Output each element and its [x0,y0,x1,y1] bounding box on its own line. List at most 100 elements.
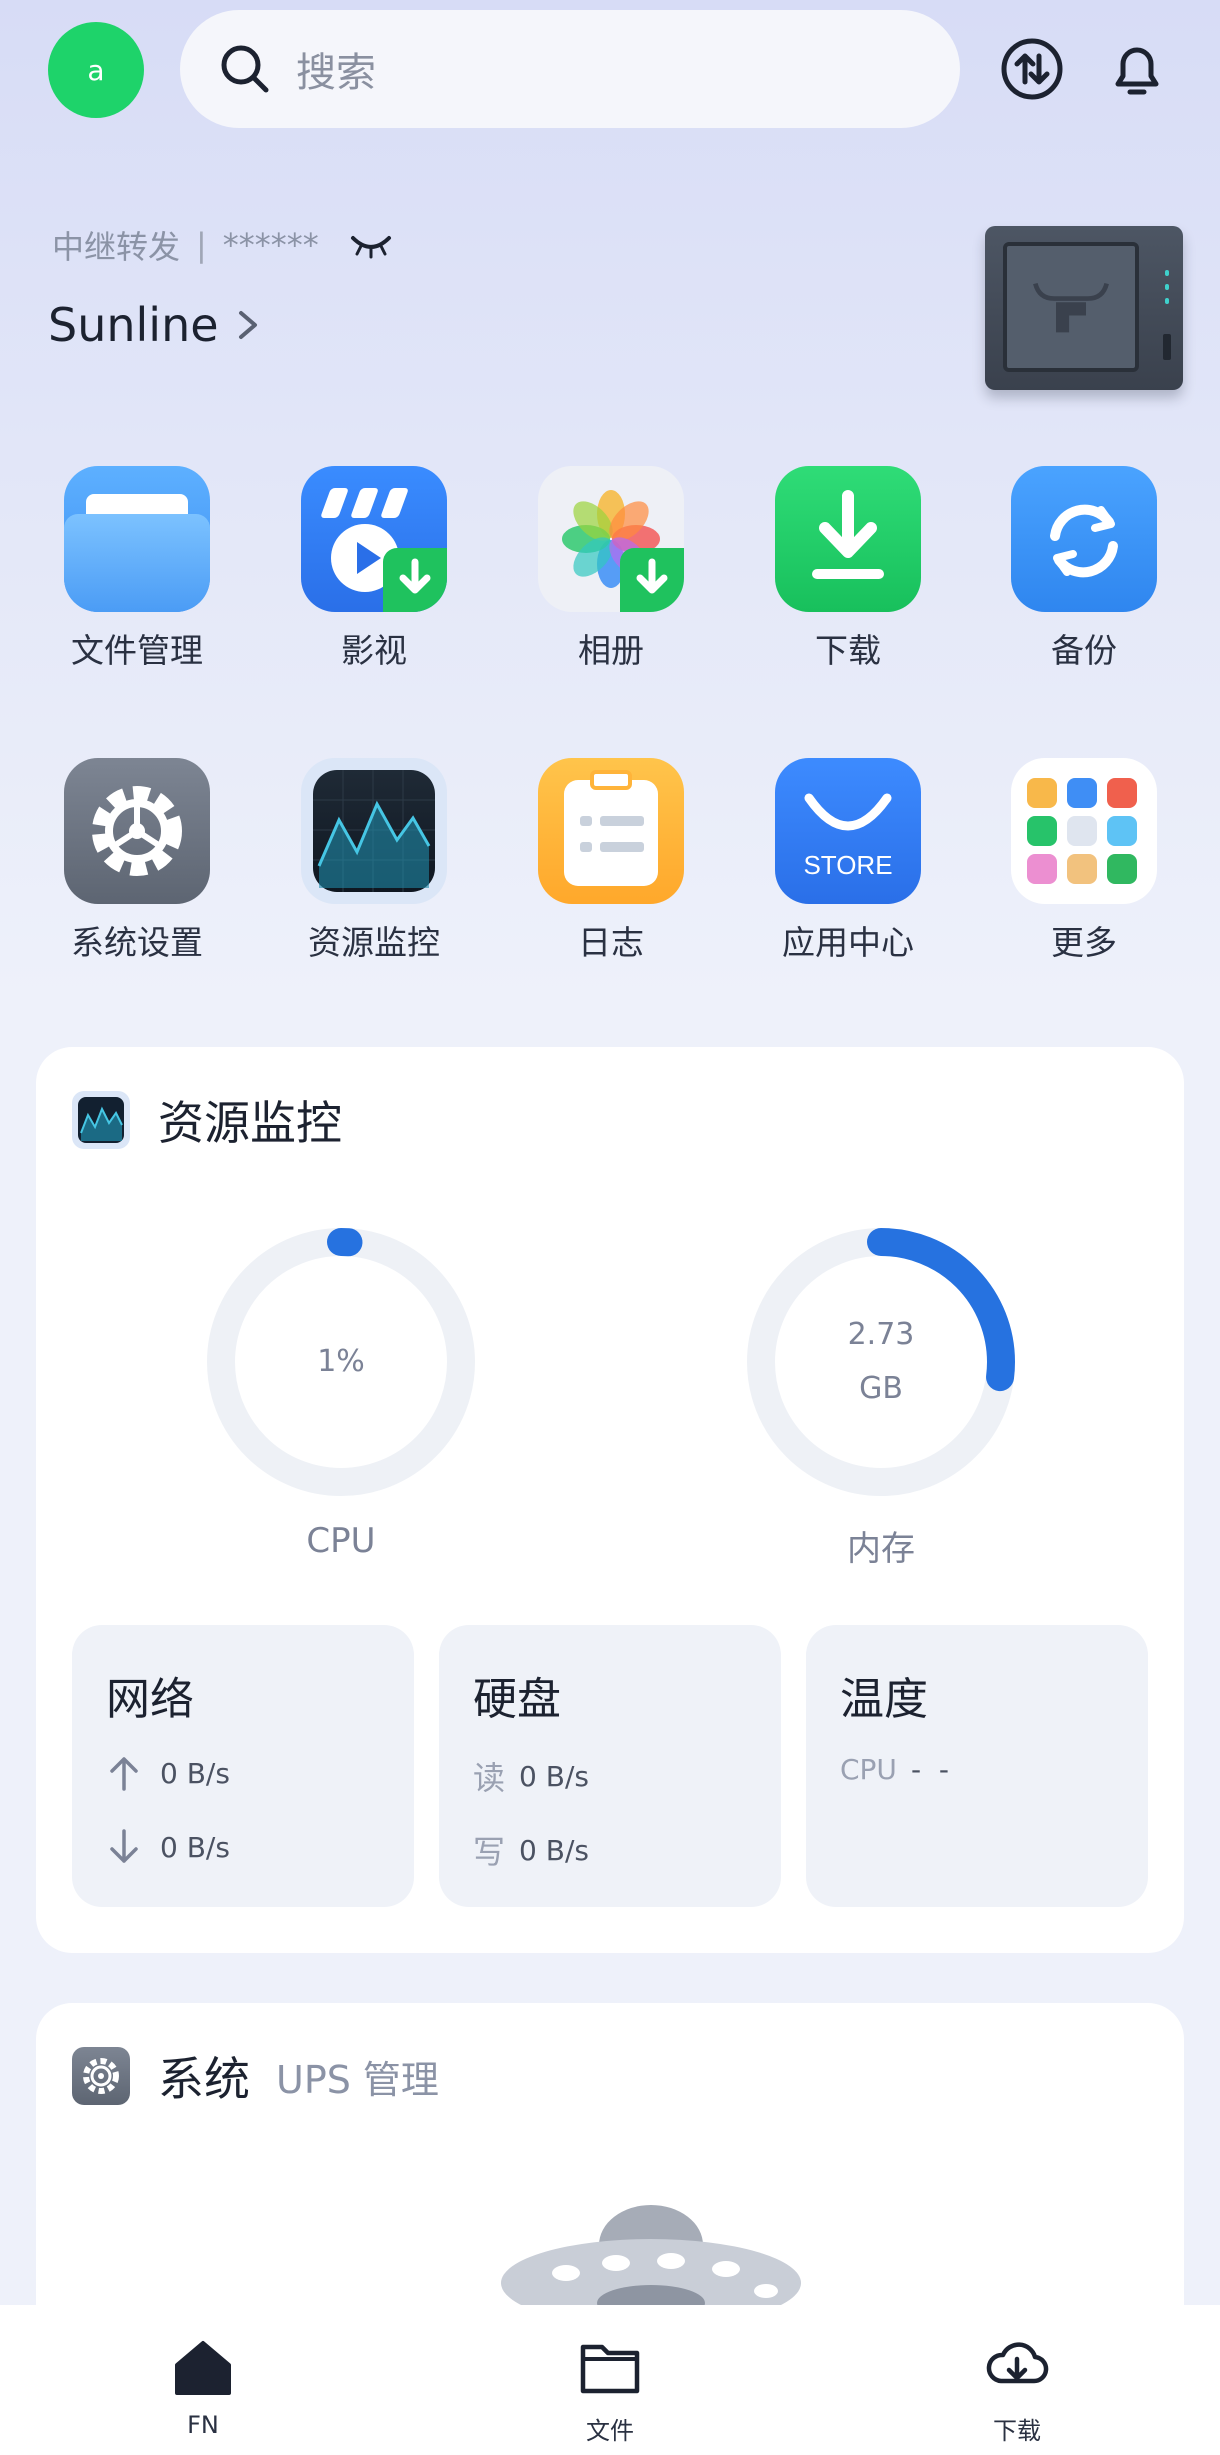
app-more[interactable]: 更多 [994,758,1174,964]
download-icon [775,466,921,612]
transfer-icon [1001,38,1063,100]
tab-label: FN [187,2411,219,2439]
app-log[interactable]: 日志 [521,758,701,964]
temperature-stat[interactable]: 温度 CPU - - [806,1625,1148,1907]
app-settings[interactable]: 系统设置 [47,758,227,964]
app-label: 系统设置 [71,923,203,962]
app-download[interactable]: 下载 [758,466,938,672]
cpu-gauge: 1% CPU [206,1227,476,1561]
download-badge-icon [620,548,684,612]
app-file-manager[interactable]: 文件管理 [47,466,227,672]
app-resource-monitor[interactable]: 资源监控 [284,758,464,964]
home-icon [175,2341,231,2395]
arrow-up-icon [110,1757,138,1791]
cpu-temp-value: - - [910,1753,949,1786]
search-placeholder: 搜索 [296,50,376,96]
app-store[interactable]: STORE 应用中心 [758,758,938,964]
download-speed: 0 B/s [160,1830,230,1864]
card-title: 资源监控 [158,1096,342,1150]
top-bar: a 搜索 [0,0,1220,140]
chevron-right-icon [238,311,257,339]
cpu-label: CPU [306,1521,376,1561]
app-photos[interactable]: 相册 [521,466,701,672]
cpu-temp-label: CPU [840,1753,897,1786]
tab-label: 文件 [586,2417,634,2445]
search-icon [221,45,269,93]
memory-gauge: 2.73 GB 内存 [746,1227,1016,1570]
bottom-nav: FN 文件 下载 [0,2305,1220,2455]
memory-label: 内存 [847,1529,915,1569]
read-speed: 0 B/s [519,1759,589,1793]
app-label: 应用中心 [782,923,914,962]
eye-closed-icon[interactable] [349,230,393,260]
cloud-download-icon [986,2342,1049,2384]
cpu-temperature: CPU - - [840,1753,949,1786]
monitor-icon [301,758,447,904]
ufo-empty-state-icon [501,2205,801,2313]
resource-monitor-card[interactable]: 资源监控 1% CPU 2.73 GB 内存 网络 0 B/s 0 B/s 硬盘… [36,1047,1184,1953]
network-upload: 0 B/s [106,1753,230,1793]
app-label: 备份 [1051,631,1117,670]
temperature-title: 温度 [840,1674,928,1725]
nas-device-image [985,226,1183,390]
app-label: 日志 [578,923,644,962]
tab-fn[interactable]: FN [103,2335,303,2439]
disk-read: 读 0 B/s [473,1753,589,1799]
app-video[interactable]: 影视 [284,466,464,672]
disk-title: 硬盘 [473,1674,561,1725]
photos-icon [538,466,684,612]
folder-outline-icon [580,2344,640,2394]
bell-icon [1115,47,1159,95]
gear-icon [72,2047,130,2105]
masked-password: ****** [222,226,319,264]
backup-icon [1011,466,1157,612]
network-title: 网络 [106,1674,194,1725]
app-label: 影视 [341,631,407,670]
search-bar[interactable]: 搜索 [180,10,960,128]
device-name-link[interactable]: Sunline [48,298,261,352]
store-icon: STORE [775,758,921,904]
memory-unit: GB [859,1371,903,1406]
card-subtitle: UPS 管理 [276,2057,439,2102]
bull-logo-icon [1033,282,1109,333]
read-label: 读 [473,1759,506,1797]
tab-label: 下载 [993,2417,1041,2445]
notification-button[interactable] [1104,36,1170,102]
disk-stat[interactable]: 硬盘 读 0 B/s 写 0 B/s [439,1625,781,1907]
app-label: 资源监控 [308,923,440,962]
device-name: Sunline [48,298,219,352]
folder-icon [64,466,210,612]
card-header: 资源监控 [72,1087,342,1153]
relay-label: 中继转发 [52,228,181,266]
video-icon [301,466,447,612]
app-label: 下载 [815,631,881,670]
cpu-value: 1% [317,1344,365,1379]
app-backup[interactable]: 备份 [994,466,1174,672]
network-download: 0 B/s [106,1827,230,1867]
write-speed: 0 B/s [519,1833,589,1867]
app-label: 相册 [578,631,644,670]
card-header: 系统 UPS 管理 [72,2043,439,2109]
gear-icon [64,758,210,904]
upload-speed: 0 B/s [160,1756,230,1790]
connection-info: 中继转发 | ****** [52,222,393,268]
card-title: 系统 [158,2052,250,2106]
arrow-down-icon [110,1829,138,1863]
disk-write: 写 0 B/s [473,1827,589,1873]
more-icon [1011,758,1157,904]
download-badge-icon [383,548,447,612]
log-icon [538,758,684,904]
home-screen: a 搜索 中继转发 | ****** Sunline 文件管理 影视 相册 下载… [0,0,1220,2455]
tab-download[interactable]: 下载 [917,2335,1117,2446]
store-text: STORE [803,850,893,880]
app-label: 文件管理 [71,631,203,670]
write-label: 写 [473,1833,506,1871]
network-stat[interactable]: 网络 0 B/s 0 B/s [72,1625,414,1907]
app-label: 更多 [1051,923,1117,962]
avatar[interactable]: a [48,22,144,118]
monitor-icon [72,1091,130,1149]
memory-value: 2.73 [847,1317,915,1352]
transfer-button[interactable] [999,36,1065,102]
separator: | [196,226,207,264]
tab-files[interactable]: 文件 [510,2335,710,2446]
